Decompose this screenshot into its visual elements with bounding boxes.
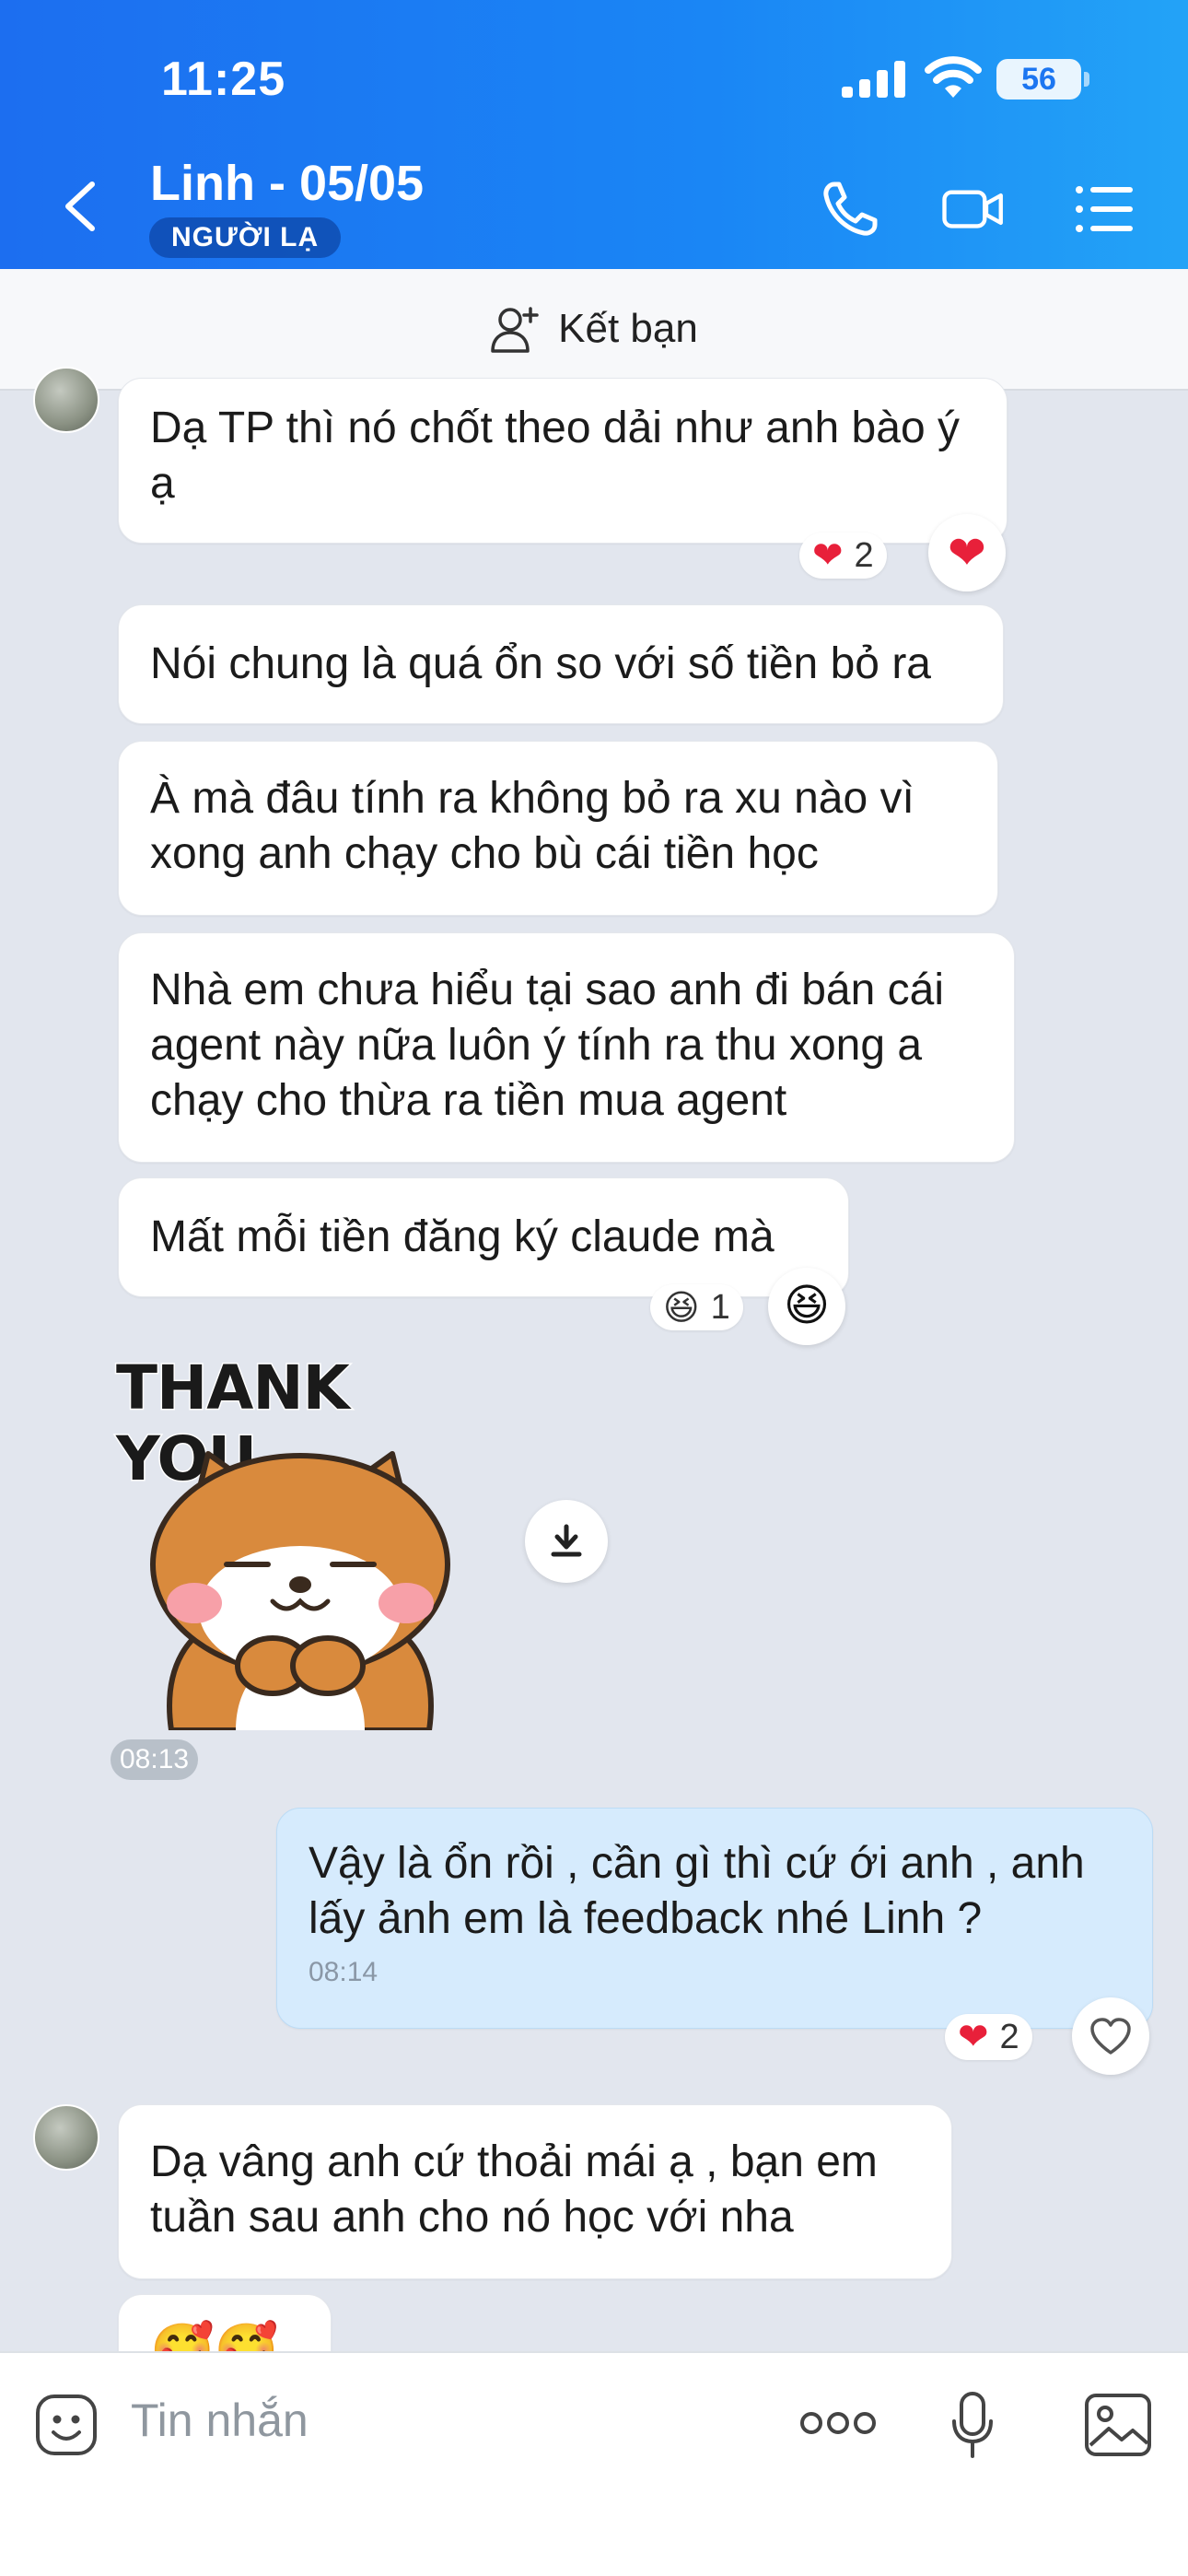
status-time: 11:25 <box>161 53 286 106</box>
message-text: Dạ vâng anh cứ thoải mái ạ , bạn em tuần… <box>150 2137 878 2242</box>
back-arrow-icon[interactable] <box>57 177 105 236</box>
reaction-summary[interactable]: ❤ 2 <box>945 2014 1032 2060</box>
my-message-bubble[interactable]: Vậy là ổn rồi , cần gì thì cứ ới anh , a… <box>276 1808 1153 2029</box>
avatar[interactable] <box>33 367 99 433</box>
message-text: Nhà em chưa hiểu tại sao anh đi bán cái … <box>150 966 945 1125</box>
reaction-count: 2 <box>854 535 874 575</box>
download-icon <box>551 1524 582 1557</box>
battery-tip <box>1084 72 1089 87</box>
heart-outline-icon <box>1090 2018 1131 2055</box>
react-button[interactable] <box>1072 1997 1149 2075</box>
reaction-count: 1 <box>710 1287 730 1327</box>
phone-call-icon[interactable] <box>818 177 882 241</box>
download-button[interactable] <box>525 1500 608 1583</box>
add-friend-icon <box>491 307 539 353</box>
message-bubble[interactable]: À mà đâu tính ra không bỏ ra xu nào vì x… <box>118 741 998 916</box>
reaction-count: 2 <box>999 2017 1019 2056</box>
battery-icon: 56 <box>996 59 1081 100</box>
message-bubble[interactable]: Nhà em chưa hiểu tại sao anh đi bán cái … <box>118 932 1015 1163</box>
message-input[interactable]: Tin nhắn <box>131 2394 309 2447</box>
message-text: Dạ TP thì nó chốt theo dải như anh bào ý… <box>150 404 960 508</box>
laugh-emoji-icon: 😆 <box>783 1282 831 1330</box>
message-text: Vậy là ổn rồi , cần gì thì cứ ới anh , a… <box>309 1839 1085 1943</box>
thank-you-sticker[interactable]: THANK YOU <box>115 1352 503 1730</box>
message-timestamp: 08:14 <box>309 1957 379 1987</box>
laugh-emoji-icon: 😆 <box>663 1288 700 1328</box>
add-friend-bar[interactable]: Kết bạn <box>0 269 1188 391</box>
menu-list-icon[interactable] <box>1072 177 1136 241</box>
message-input-bar: Tin nhắn <box>0 2351 1188 2576</box>
stranger-badge: NGƯỜI LẠ <box>149 217 342 258</box>
message-bubble[interactable]: Dạ vâng anh cứ thoải mái ạ , bạn em tuần… <box>118 2104 952 2279</box>
video-call-icon[interactable] <box>941 177 1006 241</box>
more-options-icon[interactable] <box>799 2405 877 2441</box>
microphone-icon[interactable] <box>949 2390 996 2460</box>
message-text: Nói chung là quá ổn so với số tiền bỏ ra <box>150 639 931 688</box>
message-bubble[interactable]: Nói chung là quá ổn so với số tiền bỏ ra <box>118 604 1004 724</box>
message-bubble[interactable]: Dạ TP thì nó chốt theo dải như anh bào ý… <box>118 378 1007 544</box>
add-friend-label: Kết bạn <box>558 306 698 351</box>
battery-level: 56 <box>1021 62 1056 97</box>
heart-icon: ❤ <box>812 535 844 576</box>
cellular-signal-icon <box>842 61 905 98</box>
heart-icon: ❤ <box>948 527 986 579</box>
reaction-summary[interactable]: 😆 1 <box>650 1284 743 1330</box>
reaction-summary[interactable]: ❤ 2 <box>799 533 887 579</box>
message-text: À mà đâu tính ra không bỏ ra xu nào vì x… <box>150 774 914 878</box>
avatar[interactable] <box>33 2104 99 2171</box>
chat-header: 11:25 56 Linh - 05/05 NGƯỜI LẠ <box>0 0 1188 269</box>
chat-title[interactable]: Linh - 05/05 <box>150 155 424 212</box>
sticker-timestamp: 08:13 <box>111 1739 199 1780</box>
message-bubble[interactable]: Mất mỗi tiền đăng ký claude mà <box>118 1177 849 1297</box>
shiba-dog-icon <box>150 1451 450 1730</box>
sticker-emoji-icon[interactable] <box>33 2392 99 2458</box>
message-text: Mất mỗi tiền đăng ký claude mà <box>150 1212 775 1261</box>
wifi-icon <box>925 56 982 98</box>
react-button[interactable]: ❤ <box>928 514 1006 591</box>
heart-icon: ❤ <box>958 2017 989 2057</box>
image-gallery-icon[interactable] <box>1083 2392 1153 2458</box>
react-button[interactable]: 😆 <box>768 1268 845 1345</box>
